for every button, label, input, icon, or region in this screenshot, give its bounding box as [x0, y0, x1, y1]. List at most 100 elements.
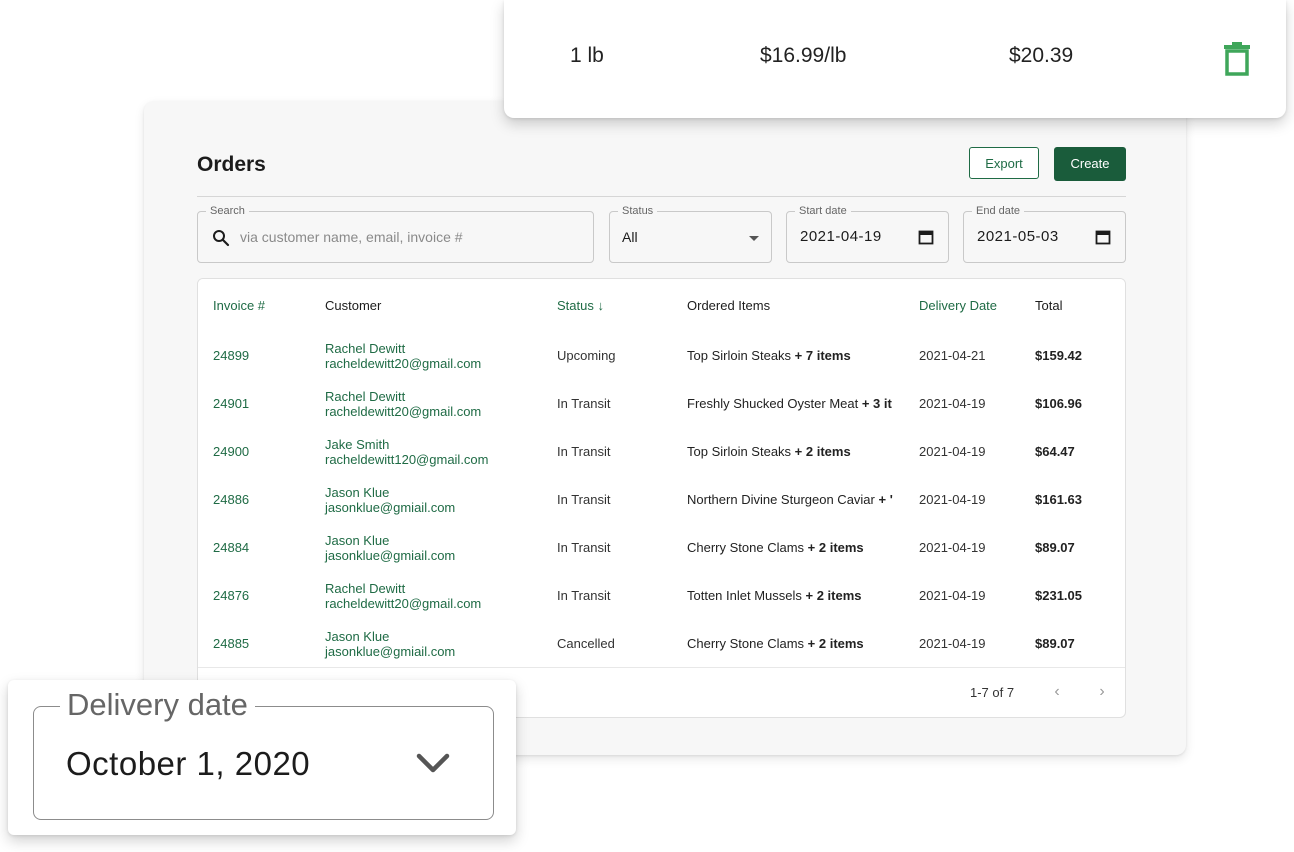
item-extra: + 3 it [858, 396, 892, 411]
customer-email: racheldewitt20@gmail.com [325, 404, 482, 419]
chevron-down-icon[interactable] [415, 751, 451, 775]
customer-email: jasonklue@gmiail.com [325, 548, 456, 563]
item-extra: + 2 items [801, 588, 862, 603]
customer-email: racheldewitt20@gmail.com [325, 356, 482, 371]
end-date-field[interactable]: End date 2021-05-03 [963, 204, 1126, 263]
search-input[interactable] [240, 227, 570, 247]
status-cell: In Transit [557, 444, 611, 459]
customer-name: Jason Klue [325, 533, 390, 548]
items-cell: Cherry Stone Clams + 2 items [687, 540, 905, 555]
column-customer: Customer [325, 298, 382, 313]
status-cell: Cancelled [557, 636, 615, 651]
customer-email: jasonklue@gmiail.com [325, 500, 456, 515]
cart-line-total: $20.39 [1009, 44, 1074, 67]
item-name: Cherry Stone Clams [687, 636, 805, 651]
table-row[interactable]: 24900 Jake Smith racheldewitt120@gmail.co… [198, 427, 1125, 476]
start-date-field[interactable]: Start date 2021-04-19 [786, 204, 949, 263]
calendar-icon[interactable] [1095, 229, 1111, 245]
page-title: Orders [197, 153, 266, 176]
end-date-legend: End date [972, 204, 1025, 218]
total-cell: $64.47 [1035, 444, 1075, 459]
screen: 1 lb $16.99/lb $20.39 Orders Export Crea… [0, 0, 1294, 852]
item-extra: + 2 items [791, 444, 851, 459]
item-name: Cherry Stone Clams [687, 540, 805, 555]
calendar-icon[interactable] [918, 229, 934, 245]
item-name: Top Sirloin Steaks [687, 444, 792, 459]
status-cell: In Transit [557, 396, 611, 411]
export-button[interactable]: Export [969, 147, 1039, 179]
search-icon [213, 230, 230, 247]
invoice-link[interactable]: 24901 [213, 396, 249, 411]
status-cell: In Transit [557, 540, 611, 555]
delivery-date-cell: 2021-04-21 [919, 348, 986, 363]
status-cell: In Transit [557, 588, 611, 603]
invoice-link[interactable]: 24900 [213, 444, 249, 459]
customer-name: Rachel Dewitt [325, 341, 406, 356]
invoice-link[interactable]: 24885 [213, 636, 249, 651]
item-name: Northern Divine Sturgeon Caviar [687, 492, 875, 507]
item-name: Freshly Shucked Oyster Meat [687, 396, 859, 411]
item-extra: + 2 items [804, 636, 864, 651]
customer-cell[interactable]: Jason Klue jasonklue@gmiail.com [325, 629, 455, 659]
total-cell: $106.96 [1035, 396, 1082, 411]
search-legend: Search [206, 204, 249, 218]
column-invoice[interactable]: Invoice # [213, 298, 265, 313]
item-extra: + 2 items [804, 540, 864, 555]
customer-cell[interactable]: Jake Smith racheldewitt120@gmail.com [325, 437, 489, 467]
invoice-link[interactable]: 24899 [213, 348, 249, 363]
status-value: All [622, 229, 638, 245]
table-row[interactable]: 24899 Rachel Dewitt racheldewitt20@gmail.… [198, 331, 1125, 380]
cart-quantity: 1 lb [570, 44, 604, 67]
items-cell: Northern Divine Sturgeon Caviar + ' [687, 492, 905, 507]
table-header: Invoice # Customer Status ↓ Ordered Item… [198, 279, 1125, 332]
column-delivery-date[interactable]: Delivery Date [919, 298, 997, 313]
table-row[interactable]: 24884 Jason Klue jasonklue@gmiail.com In … [198, 523, 1125, 572]
table-row[interactable]: 24901 Rachel Dewitt racheldewitt20@gmail.… [198, 379, 1125, 428]
create-button[interactable]: Create [1054, 147, 1126, 181]
cart-line-card: 1 lb $16.99/lb $20.39 [504, 0, 1286, 118]
column-ordered-items: Ordered Items [687, 298, 771, 313]
customer-cell[interactable]: Jason Klue jasonklue@gmiail.com [325, 533, 455, 563]
invoice-link[interactable]: 24886 [213, 492, 249, 507]
delivery-date-cell: 2021-04-19 [919, 540, 986, 555]
customer-name: Rachel Dewitt [325, 389, 406, 404]
column-total: Total [1035, 298, 1063, 313]
trash-icon[interactable] [1224, 42, 1250, 76]
items-cell: Cherry Stone Clams + 2 items [687, 636, 905, 651]
customer-email: racheldewitt120@gmail.com [325, 452, 489, 467]
customer-cell[interactable]: Jason Klue jasonklue@gmiail.com [325, 485, 455, 515]
table-row[interactable]: 24876 Rachel Dewitt racheldewitt20@gmail.… [198, 571, 1125, 620]
cart-unit-price: $16.99/lb [760, 44, 847, 67]
invoice-link[interactable]: 24876 [213, 588, 249, 603]
delivery-date-legend: Delivery date [60, 687, 255, 723]
item-extra: + 7 items [791, 348, 851, 363]
chevron-right-icon[interactable]: › [1094, 683, 1110, 701]
delivery-date-cell: 2021-04-19 [919, 444, 986, 459]
search-field[interactable]: Search [197, 204, 594, 263]
delivery-date-cell: 2021-04-19 [919, 636, 986, 651]
customer-cell[interactable]: Rachel Dewitt racheldewitt20@gmail.com [325, 389, 481, 419]
customer-cell[interactable]: Rachel Dewitt racheldewitt20@gmail.com [325, 581, 481, 611]
total-cell: $161.63 [1035, 492, 1082, 507]
item-extra: + ' [874, 492, 893, 507]
delivery-date-value: October 1, 2020 [66, 745, 311, 782]
status-cell: In Transit [557, 492, 611, 507]
invoice-link[interactable]: 24884 [213, 540, 249, 555]
item-name: Top Sirloin Steaks [687, 348, 792, 363]
column-status[interactable]: Status ↓ [557, 298, 604, 313]
delivery-date-select[interactable]: Delivery date October 1, 2020 [33, 687, 494, 820]
total-cell: $231.05 [1035, 588, 1082, 603]
table-row[interactable]: 24885 Jason Klue jasonklue@gmiail.com Can… [198, 619, 1125, 668]
orders-panel: Orders Export Create Search Status All S… [144, 101, 1186, 755]
start-date-legend: Start date [795, 204, 851, 218]
customer-cell[interactable]: Rachel Dewitt racheldewitt20@gmail.com [325, 341, 481, 371]
chevron-left-icon[interactable]: ‹ [1049, 683, 1065, 701]
items-cell: Top Sirloin Steaks + 2 items [687, 444, 905, 459]
delivery-date-cell: 2021-04-19 [919, 492, 986, 507]
total-cell: $159.42 [1035, 348, 1082, 363]
status-select[interactable]: Status All [609, 204, 772, 263]
delivery-date-cell: 2021-04-19 [919, 396, 986, 411]
delivery-date-cell: 2021-04-19 [919, 588, 986, 603]
customer-name: Rachel Dewitt [325, 581, 406, 596]
table-row[interactable]: 24886 Jason Klue jasonklue@gmiail.com In … [198, 475, 1125, 524]
